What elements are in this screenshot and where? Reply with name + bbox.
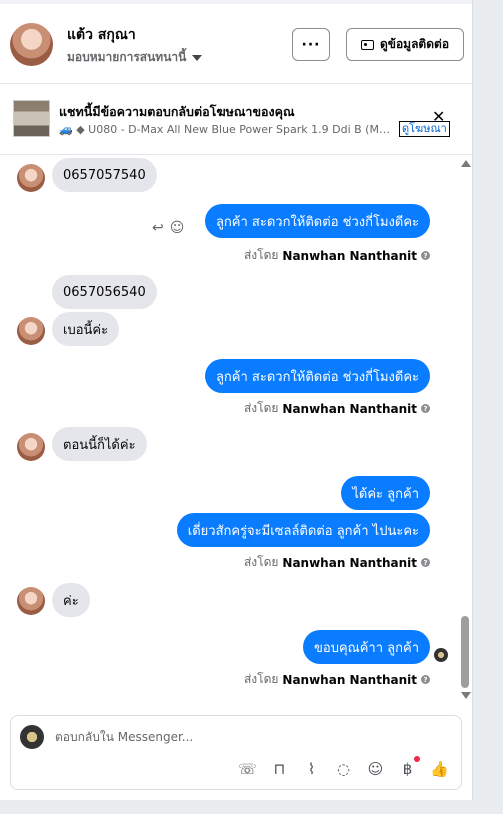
- view-contact-label: ดูข้อมูลติดต่อ: [379, 37, 450, 51]
- sent-by-prefix: ส่งโดย: [243, 248, 279, 262]
- chat-header: แต้ว สกุณา มอบหมายการสนทนานี้ ··· ดูข้อม…: [0, 4, 472, 84]
- contact-avatar-small: [17, 317, 45, 345]
- more-options-button[interactable]: ···: [292, 28, 330, 61]
- sent-by-label: ส่งโดย Nanwhan Nanthanit ?: [244, 246, 430, 265]
- message-outgoing[interactable]: ขอบคุณค้าา ลูกค้า: [303, 630, 430, 664]
- reply-input[interactable]: [55, 730, 445, 744]
- assign-conversation-dropdown[interactable]: มอบหมายการสนทนานี้: [67, 48, 203, 67]
- sender-name: Nanwhan Nanthanit: [282, 672, 417, 687]
- shopping-bag-icon[interactable]: ⊓: [270, 759, 289, 778]
- scrollbar-thumb[interactable]: [461, 616, 469, 688]
- sent-by-prefix: ส่งโดย: [243, 672, 279, 686]
- scroll-down-arrow[interactable]: [461, 692, 471, 699]
- message-incoming[interactable]: 0657057540: [52, 158, 157, 192]
- composer-toolbar: ☏ ⊓ ⌇ ◌ ☺ ฿ 👍: [238, 756, 449, 778]
- contact-avatar-small: [17, 164, 45, 192]
- contact-avatar[interactable]: [10, 23, 53, 66]
- message-list: 0657057540 ↩ ☺ ลูกค้า สะดวกให้ติดต่อ ช่ว…: [0, 156, 472, 704]
- ad-thumbnail[interactable]: [13, 100, 50, 137]
- page-avatar: [20, 725, 44, 749]
- like-icon[interactable]: 👍: [430, 759, 449, 778]
- sent-by-prefix: ส่งโดย: [243, 401, 279, 415]
- contact-avatar-small: [17, 433, 45, 461]
- message-outgoing[interactable]: ได้ค่ะ ลูกค้า: [341, 476, 430, 510]
- message-outgoing[interactable]: ลูกค้า สะดวกให้ติดต่อ ช่วงกี่โมงดีคะ: [204, 359, 430, 393]
- message-composer: ☏ ⊓ ⌇ ◌ ☺ ฿ 👍: [10, 715, 462, 790]
- view-contact-button[interactable]: ดูข้อมูลติดต่อ: [346, 28, 464, 61]
- info-icon[interactable]: ?: [421, 558, 430, 567]
- message-actions: ↩ ☺: [152, 220, 184, 236]
- scroll-up-arrow[interactable]: [461, 160, 471, 167]
- contact-avatar-small: [17, 587, 45, 615]
- info-icon[interactable]: ?: [421, 404, 430, 413]
- ad-banner-subtitle: 🚙 ◆ U080 - D-Max All New Blue Power Spar…: [59, 123, 395, 136]
- sent-by-prefix: ส่งโดย: [243, 555, 279, 569]
- message-incoming[interactable]: เบอนี้ค่ะ: [52, 312, 120, 346]
- contact-card-icon: [360, 39, 374, 50]
- message-incoming[interactable]: ตอนนี้ก็ได้ค่ะ: [52, 427, 147, 461]
- message-incoming[interactable]: 0657056540: [52, 275, 157, 309]
- info-icon[interactable]: ?: [421, 675, 430, 684]
- seen-avatar: [434, 648, 448, 662]
- caret-down-icon: [192, 54, 203, 61]
- call-add-icon[interactable]: ☏: [238, 759, 257, 778]
- assign-label: มอบหมายการสนทนานี้: [67, 50, 187, 64]
- ad-reply-banner: แชทนี้มีข้อความตอบกลับต่อโฆษณาของคุณ 🚙 ◆…: [0, 85, 472, 155]
- ad-banner-title: แชทนี้มีข้อความตอบกลับต่อโฆษณาของคุณ: [59, 104, 295, 119]
- emoji-icon[interactable]: ☺: [170, 220, 185, 236]
- notification-dot: [414, 756, 420, 762]
- sent-by-label: ส่งโดย Nanwhan Nanthanit ?: [244, 553, 430, 572]
- sent-by-label: ส่งโดย Nanwhan Nanthanit ?: [244, 670, 430, 689]
- chat-bubble-icon[interactable]: ◌: [334, 759, 353, 778]
- message-outgoing[interactable]: เดี่ยวสักครู่จะมีเซลล์ติดต่อ ลูกค้า ไปนะ…: [176, 513, 430, 547]
- contact-name[interactable]: แต้ว สกุณา: [67, 24, 136, 46]
- reply-icon[interactable]: ↩: [152, 220, 164, 236]
- emoji-icon[interactable]: ☺: [366, 759, 385, 778]
- close-icon[interactable]: ✕: [432, 109, 445, 125]
- sender-name: Nanwhan Nanthanit: [282, 401, 417, 416]
- sent-by-label: ส่งโดย Nanwhan Nanthanit ?: [244, 399, 430, 418]
- message-incoming[interactable]: ค่ะ: [52, 583, 90, 617]
- info-icon[interactable]: ?: [421, 251, 430, 260]
- baht-icon[interactable]: ฿: [398, 756, 420, 778]
- sender-name: Nanwhan Nanthanit: [282, 248, 417, 263]
- chat-panel: แต้ว สกุณา มอบหมายการสนทนานี้ ··· ดูข้อม…: [0, 0, 473, 800]
- sender-name: Nanwhan Nanthanit: [282, 555, 417, 570]
- paperclip-icon[interactable]: ⌇: [302, 759, 321, 778]
- message-outgoing[interactable]: ลูกค้า สะดวกให้ติดต่อ ช่วงกี่โมงดีคะ: [204, 204, 430, 238]
